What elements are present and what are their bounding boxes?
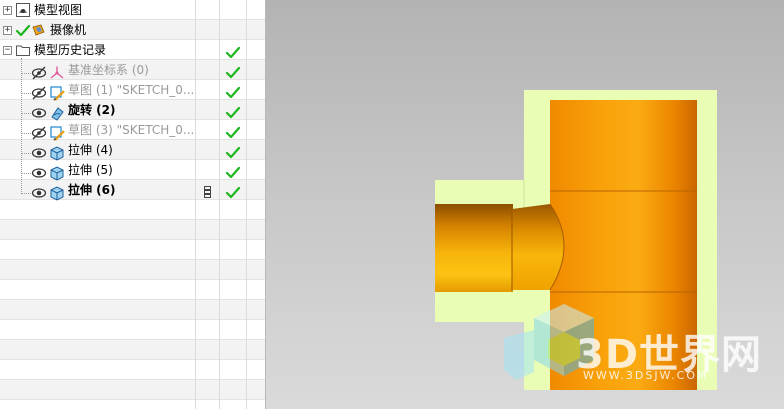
node-label[interactable]: 拉伸 (6) xyxy=(68,182,116,198)
node-label[interactable]: 模型历史记录 xyxy=(34,42,106,58)
node-label[interactable]: 基准坐标系 (0) xyxy=(68,62,149,78)
node-label[interactable]: 旋转 (2) xyxy=(68,102,116,118)
watermark-url: WWW.3DSJW.COM xyxy=(583,369,709,382)
check-icon[interactable] xyxy=(225,185,241,201)
check-icon[interactable] xyxy=(15,23,31,39)
extrude-icon xyxy=(50,186,64,201)
tree-connector xyxy=(21,193,31,194)
empty-row xyxy=(0,200,265,220)
column-divider xyxy=(195,0,196,409)
node-label[interactable]: 拉伸 (5) xyxy=(68,162,113,178)
tree-connector xyxy=(21,73,31,74)
branch-bore-inner xyxy=(512,204,564,290)
collapse-toggle[interactable]: − xyxy=(3,46,12,55)
column-divider xyxy=(246,0,247,409)
folder-icon xyxy=(16,45,30,56)
expand-toggle[interactable]: + xyxy=(3,26,12,35)
empty-row xyxy=(0,400,265,409)
datum-csys-icon xyxy=(50,66,64,79)
node-label[interactable]: 草图 (3) "SKETCH_0... xyxy=(68,122,194,138)
revolve-icon xyxy=(51,107,64,121)
node-label[interactable]: 拉伸 (4) xyxy=(68,142,113,158)
hidden-eye-icon[interactable] xyxy=(31,85,47,101)
empty-row xyxy=(0,280,265,300)
sketch-icon xyxy=(50,86,65,101)
extrude-icon xyxy=(50,166,64,181)
part-navigator: + 模型视图 + 摄像机 − 模型历史记录 基准坐标系 (0) 草图 (1) "… xyxy=(0,0,266,409)
column-divider xyxy=(219,0,220,409)
graphics-viewport[interactable]: 3D世界网 WWW.3DSJW.COM xyxy=(266,0,784,409)
empty-row xyxy=(0,220,265,240)
hidden-eye-icon[interactable] xyxy=(31,125,47,141)
empty-row xyxy=(0,340,265,360)
expand-toggle[interactable]: + xyxy=(3,6,12,15)
empty-row xyxy=(0,300,265,320)
tree-connector xyxy=(21,113,31,114)
extrude-icon xyxy=(50,146,64,161)
tree-connector xyxy=(21,173,31,174)
check-icon[interactable] xyxy=(225,105,241,121)
empty-row xyxy=(0,320,265,340)
check-icon[interactable] xyxy=(225,125,241,141)
check-icon[interactable] xyxy=(225,45,241,61)
check-icon[interactable] xyxy=(225,85,241,101)
branch-bore-outer xyxy=(435,204,513,292)
node-label[interactable]: 摄像机 xyxy=(50,22,86,38)
visible-eye-icon[interactable] xyxy=(31,165,47,181)
empty-row xyxy=(0,260,265,280)
visible-eye-icon[interactable] xyxy=(31,185,47,201)
tree-connector xyxy=(21,93,31,94)
empty-row xyxy=(0,380,265,400)
check-icon[interactable] xyxy=(225,145,241,161)
node-label[interactable]: 模型视图 xyxy=(34,2,82,18)
empty-row xyxy=(0,240,265,260)
latest-feature-icon xyxy=(204,186,211,198)
visible-eye-icon[interactable] xyxy=(31,105,47,121)
tree-connector xyxy=(21,133,31,134)
camera-icon xyxy=(32,24,45,36)
model-view-icon xyxy=(16,3,30,17)
check-icon[interactable] xyxy=(225,165,241,181)
hidden-eye-icon[interactable] xyxy=(31,65,47,81)
sketch-icon xyxy=(50,126,65,141)
node-label[interactable]: 草图 (1) "SKETCH_0... xyxy=(68,82,194,98)
tree-connector xyxy=(21,153,31,154)
visible-eye-icon[interactable] xyxy=(31,145,47,161)
empty-row xyxy=(0,360,265,380)
check-icon[interactable] xyxy=(225,65,241,81)
